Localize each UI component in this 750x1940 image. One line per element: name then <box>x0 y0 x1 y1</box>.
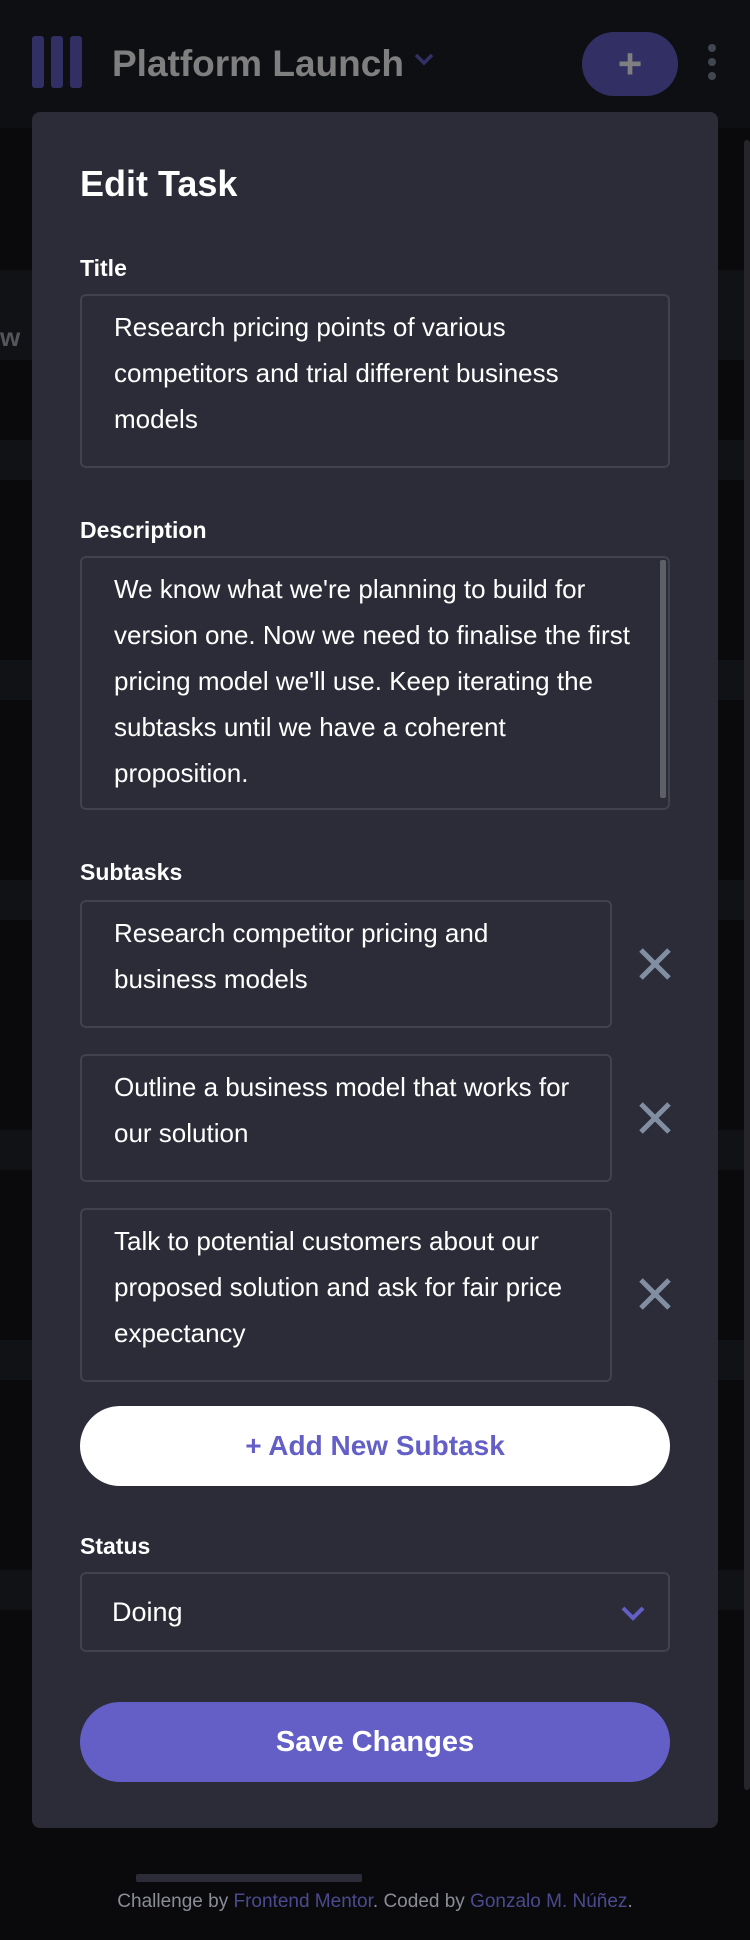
title-label: Title <box>80 255 127 281</box>
subtask-input-1[interactable]: Research competitor pricing and business… <box>80 900 612 1028</box>
footer-suffix: . <box>627 1891 633 1912</box>
edit-task-modal: Edit Task Title Research pricing points … <box>32 112 718 1828</box>
status-label: Status <box>80 1533 151 1559</box>
subtasks-label: Subtasks <box>80 859 183 885</box>
description-text: We know what we're planning to build for… <box>114 574 630 788</box>
description-scrollbar[interactable] <box>660 560 666 798</box>
description-textarea[interactable]: We know what we're planning to build for… <box>80 556 670 810</box>
save-changes-button[interactable]: Save Changes <box>80 1702 670 1782</box>
add-new-subtask-button[interactable]: + Add New Subtask <box>80 1406 670 1486</box>
author-link[interactable]: Gonzalo M. Núñez <box>470 1891 627 1912</box>
footer-scrollbar[interactable] <box>136 1874 362 1882</box>
remove-subtask-3-icon[interactable] <box>638 1277 672 1311</box>
chevron-down-icon <box>621 1606 645 1621</box>
status-select[interactable]: Doing <box>80 1572 670 1652</box>
subtask-input-3[interactable]: Talk to potential customers about our pr… <box>80 1208 612 1382</box>
subtask-input-2[interactable]: Outline a business model that works for … <box>80 1054 612 1182</box>
frontend-mentor-link[interactable]: Frontend Mentor <box>233 1891 372 1912</box>
remove-subtask-2-icon[interactable] <box>638 1101 672 1135</box>
status-value: Doing <box>112 1597 183 1627</box>
description-label: Description <box>80 517 207 543</box>
remove-subtask-1-icon[interactable] <box>638 947 672 981</box>
modal-title: Edit Task <box>80 163 238 204</box>
attribution-footer: Challenge by Frontend Mentor. Coded by G… <box>0 1890 750 1914</box>
footer-middle: . Coded by <box>372 1891 471 1912</box>
footer-prefix: Challenge by <box>117 1891 234 1912</box>
title-input[interactable]: Research pricing points of various compe… <box>80 294 670 468</box>
